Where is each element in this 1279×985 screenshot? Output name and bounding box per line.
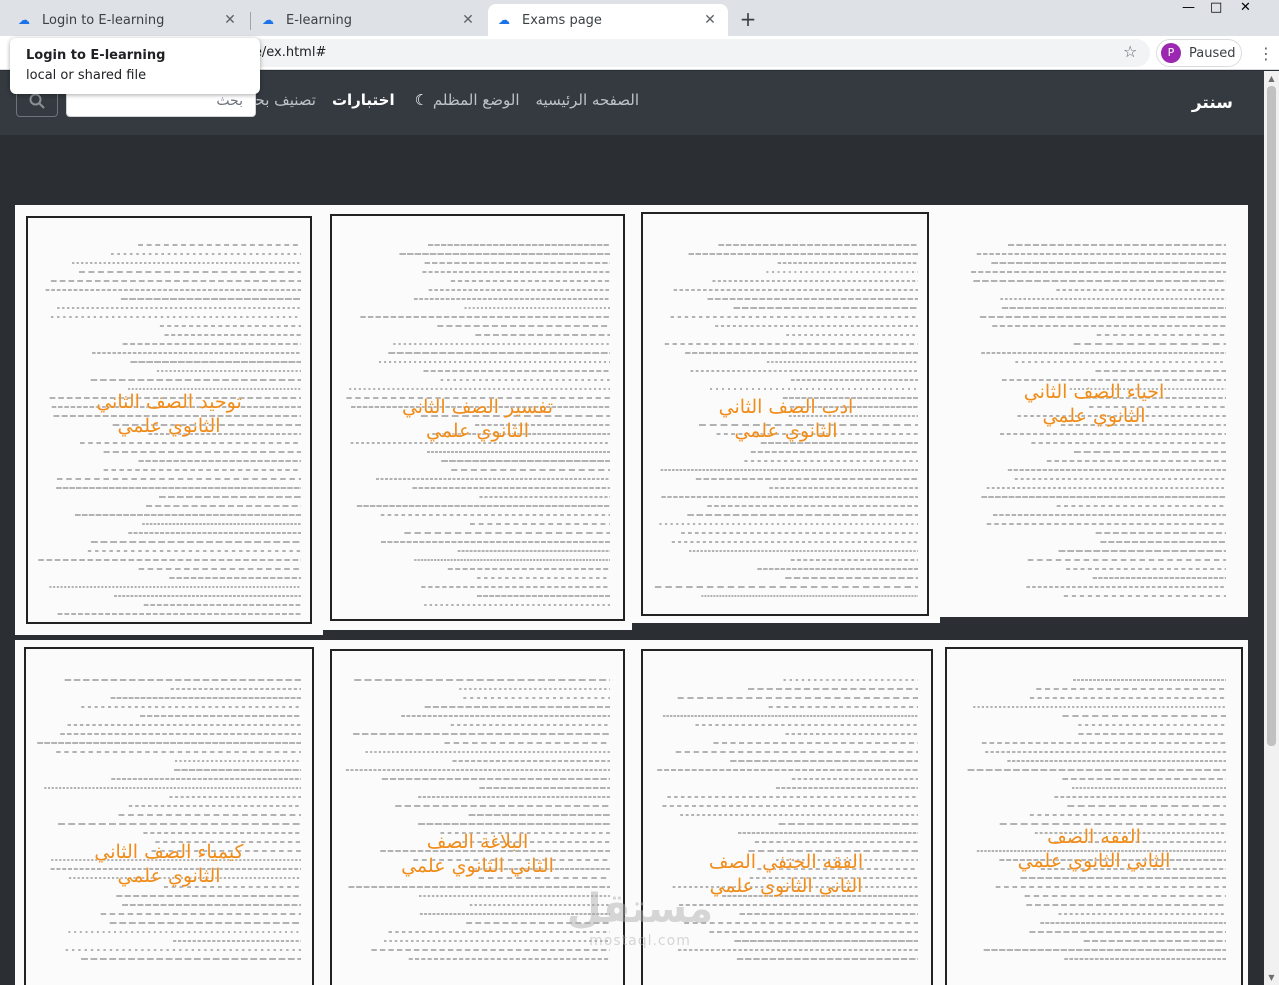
exam-title-line2: الثانوي علمي <box>117 865 221 887</box>
nav-link-dark-mode[interactable]: الوضع المظلم ☾ <box>411 91 520 109</box>
tab-login[interactable]: ☁ Login to E-learning ✕ <box>8 4 248 36</box>
tab-label: Login to E-learning <box>42 12 165 28</box>
exam-title-line1: الفقه الحنفي الصف <box>708 851 864 873</box>
tab-divider <box>250 12 251 30</box>
tooltip-subtitle: local or shared file <box>26 68 147 83</box>
tooltip-title: Login to E-learning <box>26 48 166 63</box>
avatar: P <box>1161 43 1181 63</box>
exam-card[interactable]: احياء الصف الثاني الثانوي علمي <box>940 205 1248 617</box>
site-brand[interactable]: سنتر <box>1192 93 1233 113</box>
scroll-down-icon[interactable]: ▼ <box>1264 970 1279 985</box>
page-icon: ☁ <box>498 13 510 27</box>
tab-tooltip: Login to E-learning local or shared file <box>10 38 260 94</box>
tab-e-learning[interactable]: ☁ E-learning ✕ <box>252 4 486 36</box>
minimize-button[interactable]: — <box>1182 0 1195 15</box>
scroll-up-icon[interactable]: ▲ <box>1264 71 1279 86</box>
exam-title-line1: احياء الصف الثاني <box>1023 381 1165 403</box>
exam-card[interactable]: كيمياء الصف الثاني الثانوي علمي <box>15 640 323 985</box>
exam-title-line2: الثانوي علمي <box>1042 405 1146 427</box>
page-icon: ☁ <box>18 13 30 27</box>
exam-card[interactable]: تفسير الصف الثاني الثانوي علمي <box>323 205 632 630</box>
exam-title-line2: الثانوي علمي <box>425 420 530 442</box>
exam-title-line1: ادب الصف الثاني <box>718 396 854 418</box>
exam-title-overlay: ادب الصف الثاني الثانوي علمي <box>632 395 940 443</box>
exam-card[interactable]: ادب الصف الثاني الثانوي علمي <box>632 205 940 623</box>
exam-paper-thumbnail <box>945 647 1243 985</box>
exam-paper-thumbnail <box>24 647 314 985</box>
page-icon: ☁ <box>262 13 274 27</box>
watermark-latin: mostaql.com <box>589 933 691 949</box>
star-icon[interactable]: ☆ <box>1123 42 1137 61</box>
search-icon <box>29 93 45 109</box>
tab-label: Exams page <box>522 12 602 28</box>
browser-tab-strip: ☁ Login to E-learning ✕ ☁ E-learning ✕ ☁… <box>0 0 1279 36</box>
exam-card[interactable]: الفقه الصف الثاني الثانوي علمي <box>940 640 1248 985</box>
exam-title-overlay: احياء الصف الثاني الثانوي علمي <box>940 380 1248 428</box>
plus-icon[interactable]: + <box>735 6 761 32</box>
exam-title-line1: توحيد الصف الثاني <box>96 391 242 413</box>
nav-link-label: الوضع المظلم <box>432 91 520 109</box>
exam-card[interactable]: توحيد الصف الثاني الثانوي علمي <box>15 205 323 635</box>
nav-link-exams[interactable]: اختبارات <box>332 91 395 109</box>
menu-icon[interactable]: ⋮ <box>1258 44 1274 63</box>
close-icon[interactable]: ✕ <box>702 12 718 28</box>
exam-title-line1: كيمياء الصف الثاني <box>94 841 244 863</box>
exam-title-line1: تفسير الصف الثاني <box>401 396 554 418</box>
nav-link-home[interactable]: الصفحه الرئيسيه <box>536 91 640 109</box>
exam-title-line2: الثانوي علمي <box>117 415 221 437</box>
exam-title-overlay: البلاغة الصف الثاني الثانوي علمي <box>323 830 632 878</box>
watermark-logo: مستقل mostaql.com <box>560 885 720 965</box>
exam-title-overlay: كيمياء الصف الثاني الثانوي علمي <box>15 840 323 888</box>
exam-title-line1: البلاغة الصف <box>426 831 529 853</box>
profile-button[interactable]: P Paused <box>1156 39 1242 67</box>
exam-title-overlay: تفسير الصف الثاني الثانوي علمي <box>323 395 632 443</box>
close-icon[interactable]: ✕ <box>222 12 238 28</box>
nav-links: الصفحه الرئيسيه الوضع المظلم ☾ اختبارات … <box>211 91 639 109</box>
exam-title-line2: الثانوي علمي <box>734 420 838 442</box>
moon-icon: ☾ <box>414 91 429 109</box>
watermark-arabic: مستقل <box>566 886 714 932</box>
tab-exams-page[interactable]: ☁ Exams page ✕ <box>488 4 728 36</box>
exam-title-line2: الثاني الثانوي علمي <box>401 855 554 877</box>
exam-title-line2: الثاني الثانوي علمي <box>1017 850 1171 872</box>
exam-title-line1: الفقه الصف <box>1047 826 1141 848</box>
exam-title-overlay: الفقه الصف الثاني الثانوي علمي <box>940 825 1248 873</box>
close-window-button[interactable]: ✕ <box>1240 0 1251 15</box>
scrollbar-thumb[interactable] <box>1267 86 1276 746</box>
exam-title-overlay: توحيد الصف الثاني الثانوي علمي <box>15 390 323 438</box>
profile-status: Paused <box>1189 45 1236 61</box>
maximize-button[interactable]: □ <box>1210 0 1222 15</box>
tab-label: E-learning <box>286 12 352 28</box>
close-icon[interactable]: ✕ <box>460 12 476 28</box>
